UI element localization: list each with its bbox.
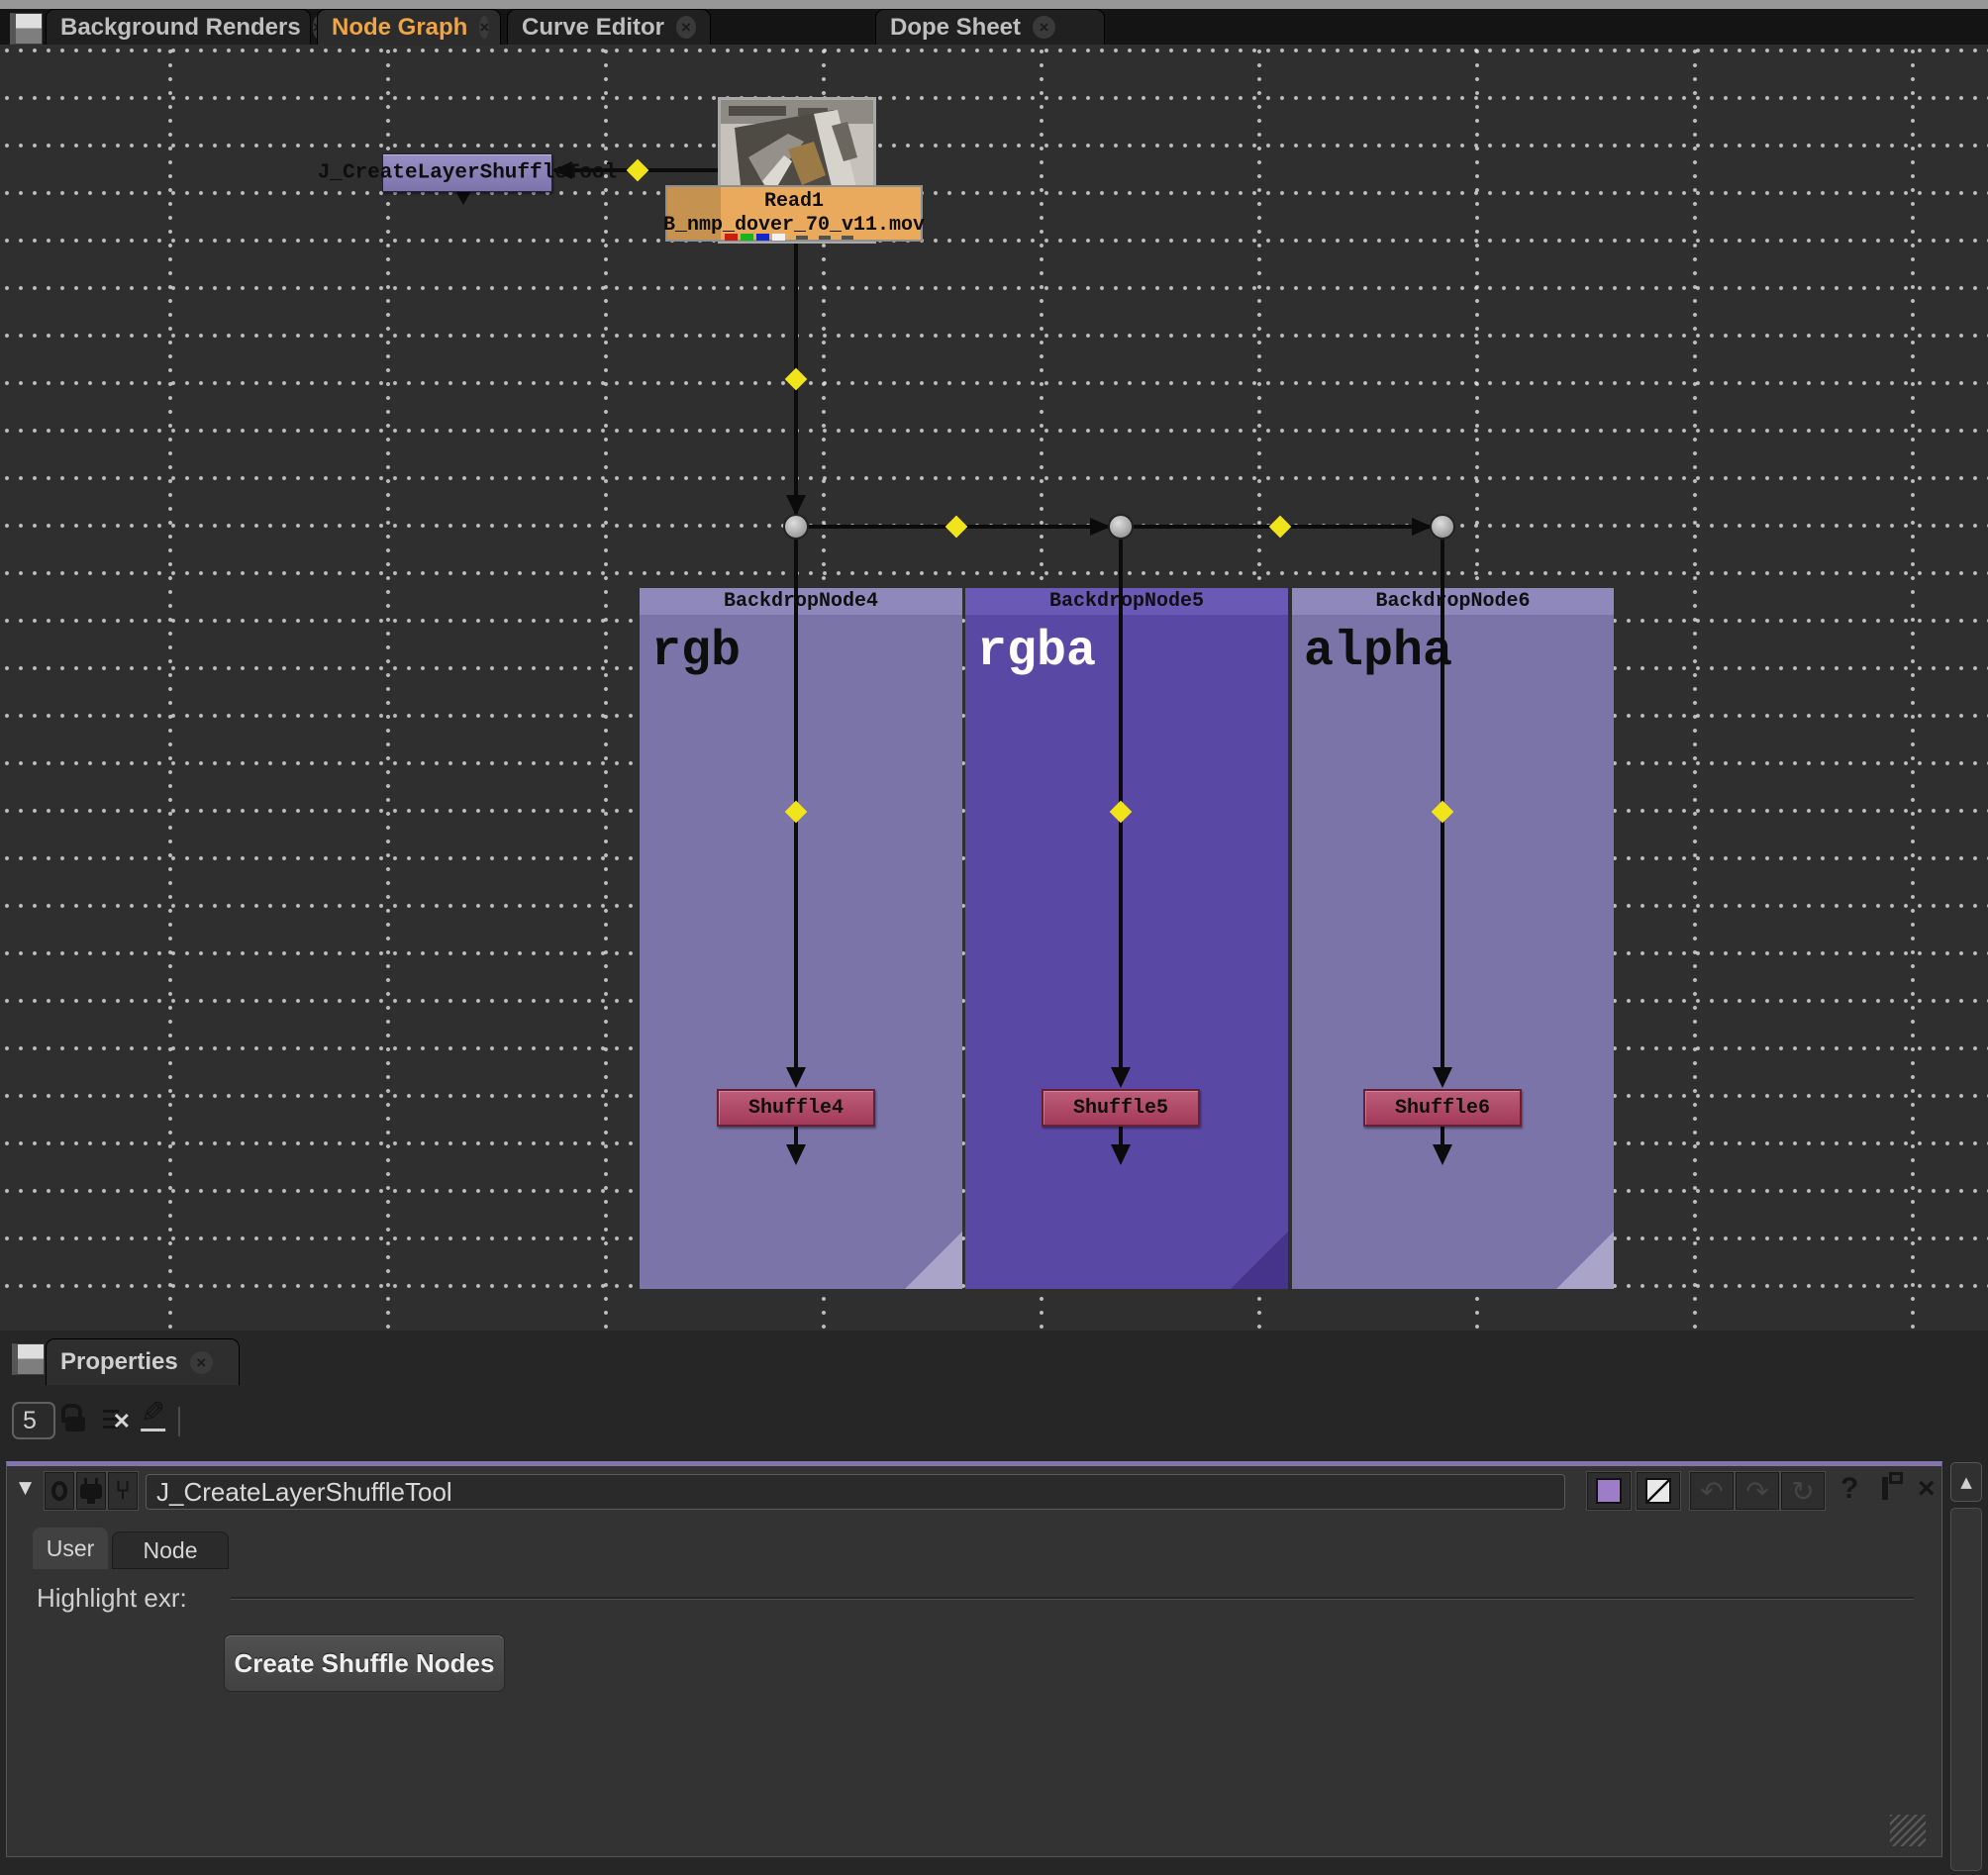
red-channel-icon [725, 234, 738, 241]
highlight-exr-label: Highlight exr: [37, 1583, 187, 1614]
float-panel-icon[interactable] [1882, 1480, 1888, 1498]
window-top-strip [0, 0, 1988, 9]
backdrop-header[interactable]: BackdropNode4 [640, 588, 962, 615]
create-shuffle-nodes-button[interactable]: Create Shuffle Nodes [224, 1634, 505, 1692]
no-color-swatch [1645, 1478, 1671, 1504]
wrench-settings-icon[interactable]: ⑂ [108, 1472, 138, 1510]
collapse-panel-icon[interactable]: ▼ [19, 1478, 32, 1498]
gl-color-swatch-button[interactable] [1637, 1472, 1680, 1510]
lock-panels-icon[interactable] [65, 1404, 85, 1431]
backdrop-header[interactable]: BackdropNode6 [1292, 588, 1614, 615]
center-node-icon[interactable] [45, 1472, 74, 1510]
alpha-channel-icon [772, 234, 785, 241]
close-tab-icon[interactable]: × [190, 1351, 213, 1374]
node-title: Shuffle4 [748, 1097, 844, 1120]
tab-curve-editor[interactable]: Curve Editor × [507, 9, 711, 45]
tab-label: Properties [60, 1348, 178, 1376]
backdrop-header[interactable]: BackdropNode5 [965, 588, 1288, 615]
tab-node-graph[interactable]: Node Graph × [317, 9, 501, 45]
read-node-title: Read1 [764, 190, 824, 213]
node-title: Shuffle6 [1395, 1097, 1490, 1120]
pane-menu-icon[interactable] [10, 13, 43, 45]
backdrop-node-alpha[interactable]: BackdropNode6 alpha [1292, 588, 1614, 1289]
scrollbar-thumb[interactable] [1950, 1508, 1982, 1871]
knob-divider [231, 1597, 1914, 1600]
undo-button[interactable]: ↶ [1690, 1472, 1734, 1510]
backdrop-label: rgba [977, 624, 1096, 680]
close-tab-icon[interactable]: × [676, 16, 696, 39]
close-panel-icon[interactable]: × [1918, 1472, 1936, 1506]
backdrop-title: BackdropNode4 [724, 590, 878, 613]
close-tab-icon[interactable]: × [479, 16, 489, 39]
node-shuffle5[interactable]: Shuffle5 [1042, 1089, 1200, 1127]
backdrop-resize-corner[interactable] [1556, 1232, 1614, 1289]
extra-channel-dash [819, 236, 831, 240]
extra-channel-dash [842, 236, 853, 240]
tab-background-renders[interactable]: Background Renders × [46, 9, 311, 45]
scrollbar-up-button[interactable]: ▲ [1950, 1462, 1982, 1502]
max-panels-input[interactable] [12, 1402, 55, 1439]
tab-label: Curve Editor [522, 14, 664, 42]
revert-button[interactable]: ↻ [1781, 1472, 1825, 1510]
help-icon[interactable]: ? [1840, 1472, 1858, 1506]
redo-button[interactable]: ↷ [1736, 1472, 1779, 1510]
backdrop-resize-corner[interactable] [905, 1232, 962, 1289]
blue-channel-icon [756, 234, 769, 241]
node-properties-panel: ▼ ⑂ ↶ ↷ ↻ ? × User Node Highlight exr: C… [6, 1461, 1942, 1857]
node-shuffle4[interactable]: Shuffle4 [717, 1089, 875, 1127]
toolbar-separator [178, 1407, 180, 1436]
close-tab-icon[interactable]: × [1033, 16, 1055, 39]
node-name-input[interactable] [146, 1474, 1565, 1510]
backdrop-label: alpha [1304, 624, 1452, 680]
node-create-layer-shuffle-tool[interactable]: J_CreateLayerShuffleTool [382, 153, 552, 192]
backdrop-resize-corner[interactable] [1231, 1232, 1288, 1289]
extra-channel-dash [796, 236, 808, 240]
tab-dope-sheet[interactable]: Dope Sheet × [875, 9, 1105, 45]
channel-indicator-strip [725, 234, 853, 241]
tab-node[interactable]: Node [112, 1531, 229, 1569]
backdrop-node-rgba[interactable]: BackdropNode5 rgba [965, 588, 1288, 1289]
tab-user[interactable]: User [33, 1528, 108, 1569]
green-channel-icon [741, 234, 753, 241]
panel-resize-grip[interactable] [1890, 1815, 1926, 1846]
backdrop-title: BackdropNode5 [1049, 590, 1204, 613]
node-title: J_CreateLayerShuffleTool [318, 161, 617, 184]
backdrop-label: rgb [651, 624, 741, 680]
backdrop-title: BackdropNode6 [1375, 590, 1530, 613]
edit-node-name-icon[interactable]: ✎ [141, 1400, 165, 1431]
pane-menu-icon[interactable] [12, 1343, 45, 1375]
tab-label: Dope Sheet [890, 14, 1021, 42]
tab-label: Node Graph [332, 14, 467, 42]
backdrop-node-rgb[interactable]: BackdropNode4 rgb [640, 588, 962, 1289]
tab-label: Background Renders [60, 14, 301, 42]
node-shuffle6[interactable]: Shuffle6 [1363, 1089, 1522, 1127]
close-all-panels-icon[interactable]: ✕ [103, 1410, 129, 1431]
monitor-output-icon[interactable] [76, 1472, 106, 1510]
node-color-swatch [1596, 1478, 1622, 1504]
node-color-swatch-button[interactable] [1587, 1472, 1631, 1510]
node-title: Shuffle5 [1073, 1097, 1168, 1120]
tab-properties[interactable]: Properties × [46, 1338, 240, 1385]
